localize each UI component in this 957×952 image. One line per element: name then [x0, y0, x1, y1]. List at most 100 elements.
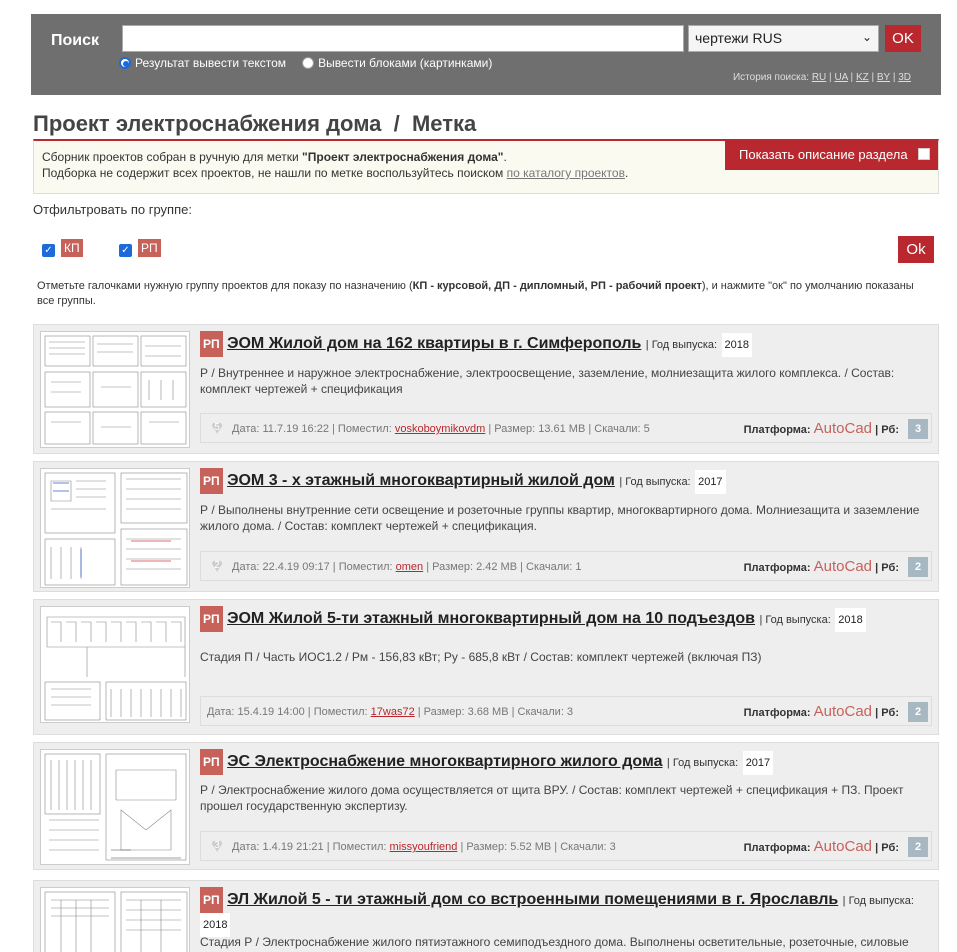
catalog-link[interactable]: по каталогу проектов	[507, 166, 625, 180]
description-period: .	[503, 150, 507, 164]
project-info: Дата: 22.4.19 09:17 | Поместил: omen | Р…	[232, 561, 582, 573]
project-thumbnail[interactable]	[40, 749, 190, 865]
project-title-link[interactable]: ЭЛ Жилой 5 - ти этажный дом со встроенны…	[227, 891, 838, 908]
project-description: Стадия П / Часть ИОС1.2 / Рм - 156,83 кВ…	[200, 650, 762, 664]
project-info: Дата: 15.4.19 14:00 | Поместил: 17was72 …	[207, 706, 573, 718]
project-title-link[interactable]: ЭС Электроснабжение многоквартирного жил…	[227, 753, 662, 770]
author-link[interactable]: omen	[396, 561, 424, 573]
heart-icon[interactable]: ♥ 5	[206, 418, 228, 439]
category-select-value: чертежи RUS	[695, 30, 783, 46]
filter-ok-button[interactable]: Ok	[898, 236, 934, 263]
project-thumbnail[interactable]	[40, 606, 190, 723]
project-type-tag: РП	[200, 468, 223, 494]
platform-info: Платформа: AutoCad | Рб:	[744, 838, 899, 855]
project-title-row: РП ЭОМ Жилой дом на 162 квартиры в г. Си…	[200, 331, 930, 357]
project-title-row: РП ЭОМ 3 - х этажный многоквартирный жил…	[200, 468, 930, 494]
search-input[interactable]	[122, 25, 684, 52]
project-thumbnail[interactable]	[40, 887, 190, 952]
rb-value: 2	[908, 702, 928, 722]
radio-block-output[interactable]	[302, 57, 315, 69]
year-value: 2018	[835, 608, 866, 632]
history-link-3d[interactable]: 3D	[898, 72, 911, 83]
project-title-link[interactable]: ЭОМ Жилой 5-ти этажный многоквартирный д…	[227, 610, 755, 627]
project-size: | Размер: 3.68 MB | Скачали: 3	[414, 706, 574, 718]
project-card: РП ЭОМ 3 - х этажный многоквартирный жил…	[33, 461, 939, 592]
project-meta: ♥ 5 Дата: 11.7.19 16:22 | Поместил: vosko…	[200, 413, 932, 443]
heart-icon[interactable]: ♥ 2	[206, 556, 228, 577]
project-title-row: РП ЭОМ Жилой 5-ти этажный многоквартирны…	[200, 606, 930, 632]
project-type-tag: РП	[200, 749, 223, 775]
project-date: Дата: 15.4.19 14:00 | Поместил:	[207, 706, 371, 718]
project-info: Дата: 11.7.19 16:22 | Поместил: voskoboy…	[232, 423, 650, 435]
filter-label: Отфильтровать по группе:	[33, 202, 192, 217]
author-link[interactable]: missyoufriend	[390, 841, 458, 853]
project-title-link[interactable]: ЭОМ 3 - х этажный многоквартирный жилой …	[227, 472, 615, 489]
platform-label: Платформа:	[743, 562, 811, 574]
project-description: Р / Электроснабжение жилого дома осущест…	[200, 783, 904, 813]
project-type-tag: РП	[200, 331, 223, 357]
project-date: Дата: 22.4.19 09:17 | Поместил:	[232, 561, 396, 573]
project-type-tag: РП	[200, 887, 223, 913]
project-meta: Дата: 15.4.19 14:00 | Поместил: 17was72 …	[200, 696, 932, 726]
project-thumbnail[interactable]	[40, 468, 190, 588]
note-text: Отметьте галочками нужную группу проекто…	[37, 280, 413, 292]
year-label: Год выпуска:	[651, 339, 718, 351]
platform-label: Платформа:	[743, 424, 811, 436]
history-link-by[interactable]: BY	[877, 72, 890, 83]
project-description: Р / Выполнены внутренние сети освещение …	[200, 503, 920, 533]
filter-box: ✓ КП ✓ РП Ok	[33, 223, 939, 272]
description-tag: "Проект электроснабжения дома"	[302, 150, 504, 164]
year-label: Год выпуска:	[672, 757, 739, 769]
project-card: РП ЭЛ Жилой 5 - ти этажный дом со встрое…	[33, 880, 939, 952]
year-value: 2018	[721, 333, 753, 357]
project-title-link[interactable]: ЭОМ Жилой дом на 162 квартиры в г. Симфе…	[227, 335, 641, 352]
history-link-ru[interactable]: RU	[812, 72, 826, 83]
like-count: 2	[214, 560, 220, 571]
author-link[interactable]: 17was72	[371, 706, 415, 718]
history-link-kz[interactable]: KZ	[856, 72, 869, 83]
project-size: | Размер: 2.42 MB | Скачали: 1	[423, 561, 582, 573]
radio-block-output-label: Вывести блоками (картинками)	[318, 56, 493, 70]
project-type-tag: РП	[200, 606, 223, 632]
project-meta: ♥ 2 Дата: 22.4.19 09:17 | Поместил: omen …	[200, 551, 932, 581]
like-count: 3	[214, 840, 220, 851]
rb-label: | Рб:	[875, 707, 899, 719]
category-select[interactable]: чертежи RUS ⌄	[688, 25, 879, 52]
year-value: 2017	[742, 751, 774, 775]
filter-rp-checkbox[interactable]: ✓	[119, 244, 132, 257]
output-mode-radios: Результат вывести текстом Вывести блокам…	[119, 56, 492, 70]
project-meta: ♥ 3 Дата: 1.4.19 21:21 | Поместил: missyo…	[200, 831, 932, 861]
year-label: Год выпуска:	[848, 895, 914, 907]
project-info: Дата: 1.4.19 21:21 | Поместил: missyoufr…	[232, 841, 616, 853]
year-label: Год выпуска:	[625, 476, 691, 488]
radio-text-output[interactable]	[119, 57, 131, 69]
project-thumbnail[interactable]	[40, 331, 190, 448]
author-link[interactable]: voskoboymikovdm	[395, 423, 485, 435]
filter-note: Отметьте галочками нужную группу проекто…	[37, 279, 932, 309]
platform-info: Платформа: AutoCad | Рб:	[744, 703, 899, 720]
show-description-checkbox[interactable]	[918, 148, 930, 160]
chevron-down-icon: ⌄	[861, 30, 872, 44]
filter-kp-checkbox[interactable]: ✓	[42, 244, 55, 257]
platform-value: AutoCad	[813, 558, 872, 575]
section-description: Сборник проектов собран в ручную для мет…	[33, 139, 939, 194]
history-link-ua[interactable]: UA	[834, 72, 847, 83]
rb-value: 3	[908, 419, 928, 439]
project-title-row: РП ЭС Электроснабжение многоквартирного …	[200, 749, 930, 775]
page-title: Проект электроснабжения дома / Метка	[33, 111, 477, 136]
project-size: | Размер: 5.52 MB | Скачали: 3	[457, 841, 616, 853]
project-size: | Размер: 13.61 MB | Скачали: 5	[485, 423, 650, 435]
project-card: РП ЭОМ Жилой 5-ти этажный многоквартирны…	[33, 599, 939, 735]
search-ok-button[interactable]: OK	[885, 25, 921, 52]
rb-value: 2	[908, 557, 928, 577]
rb-label: | Рб:	[875, 424, 899, 436]
project-date: Дата: 1.4.19 21:21 | Поместил:	[232, 841, 390, 853]
show-description-label: Показать описание раздела	[739, 147, 908, 162]
platform-info: Платформа: AutoCad | Рб:	[744, 558, 899, 575]
show-description-toggle[interactable]: Показать описание раздела	[725, 139, 938, 170]
heart-icon[interactable]: ♥ 3	[206, 836, 228, 857]
radio-text-output-label: Результат вывести текстом	[135, 56, 287, 70]
description-text-2: Подборка не содержит всех проектов, не н…	[42, 166, 507, 180]
project-title-row: РП ЭЛ Жилой 5 - ти этажный дом со встрое…	[200, 887, 930, 937]
project-card: РП ЭС Электроснабжение многоквартирного …	[33, 742, 939, 870]
